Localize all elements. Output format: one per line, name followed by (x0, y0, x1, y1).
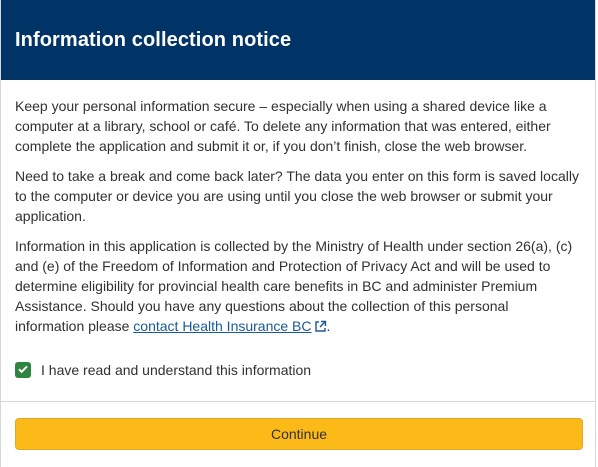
contact-health-insurance-link[interactable]: contact Health Insurance BC (133, 318, 326, 334)
checkmark-icon (17, 360, 29, 380)
collection-paragraph-end: . (326, 318, 331, 334)
collection-paragraph: Information in this application is colle… (15, 236, 581, 338)
acknowledge-label[interactable]: I have read and understand this informat… (41, 360, 311, 380)
modal-body: Keep your personal information secure – … (1, 80, 595, 402)
modal-title: Information collection notice (15, 28, 292, 51)
contact-link-label: contact Health Insurance BC (133, 318, 312, 334)
save-locally-paragraph: Need to take a break and come back later… (15, 168, 579, 224)
continue-button[interactable]: Continue (15, 418, 583, 450)
information-collection-modal: Information collection notice Keep your … (0, 0, 596, 467)
acknowledge-checkbox[interactable] (15, 362, 31, 378)
external-link-icon (314, 318, 327, 338)
modal-footer: Continue (1, 402, 595, 450)
modal-header: Information collection notice (1, 0, 595, 80)
acknowledge-row[interactable]: I have read and understand this informat… (15, 360, 581, 380)
security-paragraph: Keep your personal information secure – … (15, 98, 551, 154)
